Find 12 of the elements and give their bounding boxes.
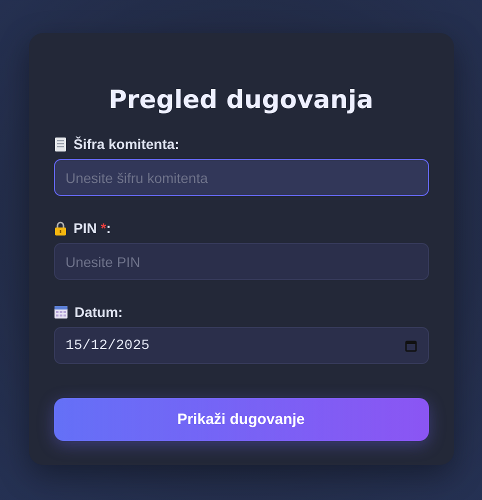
input-field[interactable]: Unesite šifru komitenta [54,159,428,196]
lock-icon [54,220,66,236]
calendar-icon[interactable] [404,340,416,352]
calendar-icon [54,305,68,319]
submit-button[interactable]: Prikaži dugovanje [54,398,428,441]
field-label: PIN *: [74,220,111,236]
document-icon [54,136,66,152]
input-field[interactable]: Unesite PIN [54,243,428,280]
field-label: Šifra komitenta: [74,136,180,152]
form-title: Pregled dugovanja [108,85,374,114]
date-field[interactable]: 15/12/2025 [54,327,428,364]
field-label: Datum: [74,304,123,320]
